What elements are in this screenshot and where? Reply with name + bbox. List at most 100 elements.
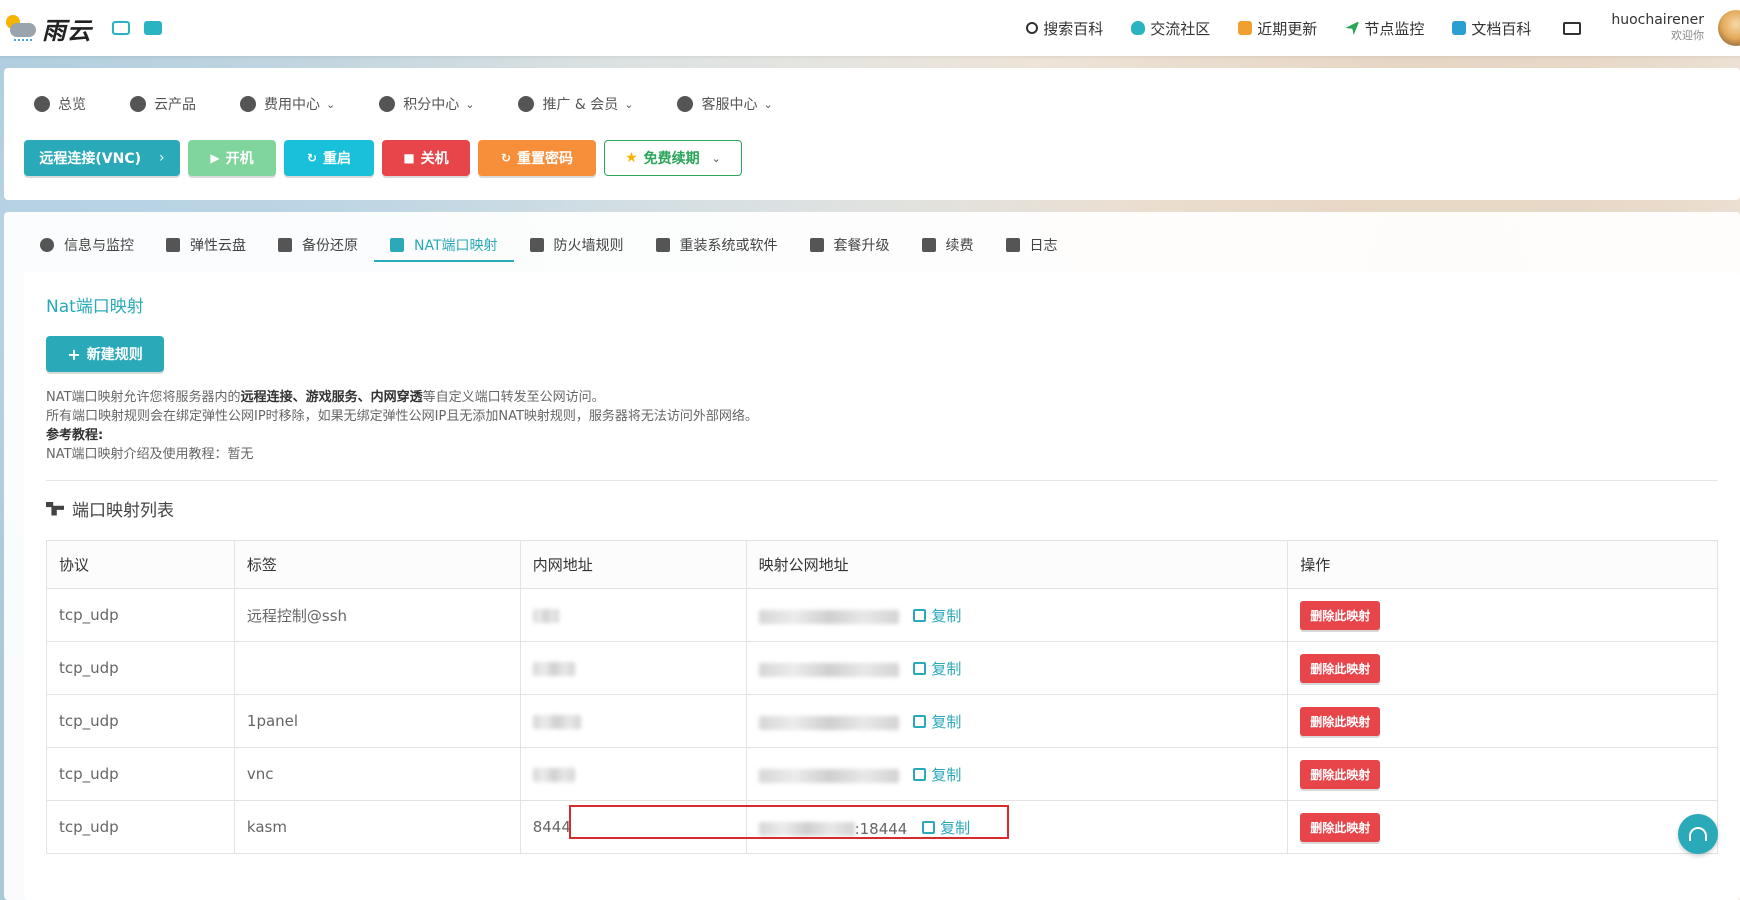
internal-address-cell [519, 641, 747, 695]
public-address-cell: :18444 复制 [745, 800, 1289, 854]
user-welcome: 欢迎你 [1671, 29, 1704, 42]
top-nav-docs[interactable]: 文档百科 [1452, 18, 1531, 39]
top-nav-node-monitor[interactable]: 节点监控 [1345, 18, 1424, 39]
tab-label: 防火墙规则 [553, 238, 624, 254]
copy-label: 复制 [940, 818, 971, 837]
public-address-cell: 复制 [745, 588, 1289, 642]
menu-item-label: 总览 [58, 97, 86, 113]
delete-mapping-button[interactable]: 删除此映射 [1300, 812, 1381, 842]
dashboard-icon [34, 96, 50, 112]
vnc-button[interactable]: 远程连接(VNC) › [24, 140, 180, 176]
refresh-icon: ↻ [500, 151, 512, 165]
chevron-down-icon: ⌄ [465, 97, 475, 111]
redacted-value [758, 716, 899, 730]
tag-cell [233, 641, 521, 695]
image-icon[interactable] [112, 21, 130, 35]
redacted-value [758, 610, 899, 624]
redacted-value [758, 769, 899, 783]
stop-icon: ■ [403, 151, 415, 165]
new-rule-label: 新建规则 [86, 347, 143, 363]
public-address-cell: 复制 [745, 694, 1289, 748]
table-row: tcp_udp 远程控制@ssh 复制 删除此映射 [46, 588, 1718, 642]
tab-label: 日志 [1029, 238, 1058, 254]
top-nav-label: 交流社区 [1150, 19, 1211, 38]
menu-item-overview[interactable]: 总览 [34, 94, 86, 114]
copy-label: 复制 [931, 712, 962, 731]
list-check-icon [1005, 238, 1020, 252]
copy-label: 复制 [931, 765, 962, 784]
tab-backup[interactable]: 备份还原 [278, 230, 358, 260]
logo-cloud-icon [4, 13, 38, 43]
tag-cell: kasm [233, 800, 521, 854]
menu-item-support[interactable]: 客服中心 ⌄ [677, 94, 773, 114]
menu-item-cloud-products[interactable]: 云产品 [130, 94, 196, 114]
delete-mapping-button[interactable]: 删除此映射 [1300, 653, 1381, 683]
share-icon [390, 238, 404, 252]
menu-item-points[interactable]: 积分中心 ⌄ [379, 94, 474, 114]
reset-password-button[interactable]: ↻ 重置密码 [478, 140, 596, 176]
logo[interactable]: 雨云 [4, 11, 92, 46]
restart-button[interactable]: ↻ 重启 [284, 140, 374, 176]
delete-mapping-button[interactable]: 删除此映射 [1300, 759, 1381, 789]
copy-button[interactable]: 复制 [913, 711, 961, 732]
node-monitor-icon [1345, 21, 1360, 35]
tab-renew[interactable]: 续费 [921, 230, 974, 260]
menu-item-promotion[interactable]: 推广 & 会员 ⌄ [518, 94, 633, 114]
plus-icon: + [67, 344, 81, 364]
redacted-value [532, 767, 575, 782]
top-nav-updates[interactable]: 近期更新 [1238, 18, 1317, 39]
news-icon [1238, 21, 1253, 35]
tag-cell: vnc [233, 747, 521, 801]
chevron-right-icon: › [159, 150, 165, 166]
id-card-icon[interactable] [144, 21, 162, 35]
copy-label: 复制 [931, 606, 962, 625]
desc-text: NAT端口映射介绍及使用教程：暂无 [46, 447, 254, 462]
power-on-button[interactable]: ▶ 开机 [188, 140, 276, 176]
tab-elastic-disk[interactable]: 弹性云盘 [166, 230, 246, 260]
free-renew-button[interactable]: ★ 免费续期 ⌄ [604, 140, 742, 176]
top-nav-label: 节点监控 [1364, 19, 1425, 38]
users-icon [518, 96, 535, 112]
chevron-down-icon: ⌄ [711, 151, 721, 165]
menu-panel: 总览 云产品 费用中心 ⌄ 积分中心 ⌄ 推广 & 会员 ⌄ 客服中心 ⌄ 远程… [4, 68, 1740, 200]
action-cell: 删除此映射 [1287, 641, 1718, 695]
copy-button[interactable]: 复制 [913, 658, 961, 679]
copy-button[interactable]: 复制 [913, 605, 961, 626]
top-nav-community[interactable]: 交流社区 [1131, 18, 1210, 39]
top-nav-search[interactable]: 搜索百科 [1026, 18, 1103, 39]
copy-button[interactable]: 复制 [913, 764, 961, 785]
copy-button[interactable]: 复制 [922, 817, 970, 838]
desc-text: 所有端口映射规则会在绑定弹性公网IP时移除，如果无绑定弹性公网IP且无添加NAT… [46, 409, 758, 424]
mail-icon[interactable] [1563, 21, 1582, 35]
delete-mapping-button[interactable]: 删除此映射 [1300, 706, 1381, 736]
tab-label: 套餐升级 [833, 238, 890, 254]
tab-nat-port-mapping[interactable]: NAT端口映射 [374, 230, 513, 262]
avatar[interactable] [1718, 10, 1740, 46]
new-rule-button[interactable]: + 新建规则 [46, 336, 164, 372]
tab-logs[interactable]: 日志 [1005, 230, 1058, 260]
table-row: tcp_udp vnc 复制 删除此映射 [46, 747, 1718, 801]
money-icon [921, 238, 936, 252]
copy-icon [913, 767, 927, 781]
tab-reinstall[interactable]: 重装系统或软件 [655, 230, 778, 260]
support-chat-button[interactable] [1678, 814, 1718, 854]
top-nav: 搜索百科 交流社区 近期更新 节点监控 文档百科 huochairener 欢迎… [998, 0, 1740, 56]
user-name: huochairener [1611, 12, 1704, 28]
menu-item-label: 费用中心 [264, 97, 320, 113]
tab-firewall[interactable]: 防火墙规则 [529, 230, 624, 260]
server-action-bar: 远程连接(VNC) › ▶ 开机 ↻ 重启 ■ 关机 ↻ 重置密码 ★ 免费续期… [24, 140, 750, 176]
user-info[interactable]: huochairener 欢迎你 [1611, 12, 1704, 44]
community-icon [1131, 21, 1146, 35]
power-off-button[interactable]: ■ 关机 [382, 140, 470, 176]
redacted-value [532, 608, 559, 623]
tab-info-monitor[interactable]: 信息与监控 [40, 230, 134, 260]
tab-upgrade[interactable]: 套餐升级 [809, 230, 890, 260]
menu-item-billing[interactable]: 费用中心 ⌄ [240, 94, 335, 114]
public-port: :18444 [854, 819, 908, 838]
content-panel: 信息与监控 弹性云盘 备份还原 NAT端口映射 防火墙规则 重装系统或软件 套餐… [4, 212, 1740, 900]
list-title-text: 端口映射列表 [72, 501, 174, 521]
page-title: Nat端口映射 [46, 297, 144, 317]
delete-mapping-button[interactable]: 删除此映射 [1300, 600, 1381, 630]
table-row: tcp_udp 复制 删除此映射 [46, 641, 1718, 695]
protocol-cell: tcp_udp [46, 800, 235, 854]
